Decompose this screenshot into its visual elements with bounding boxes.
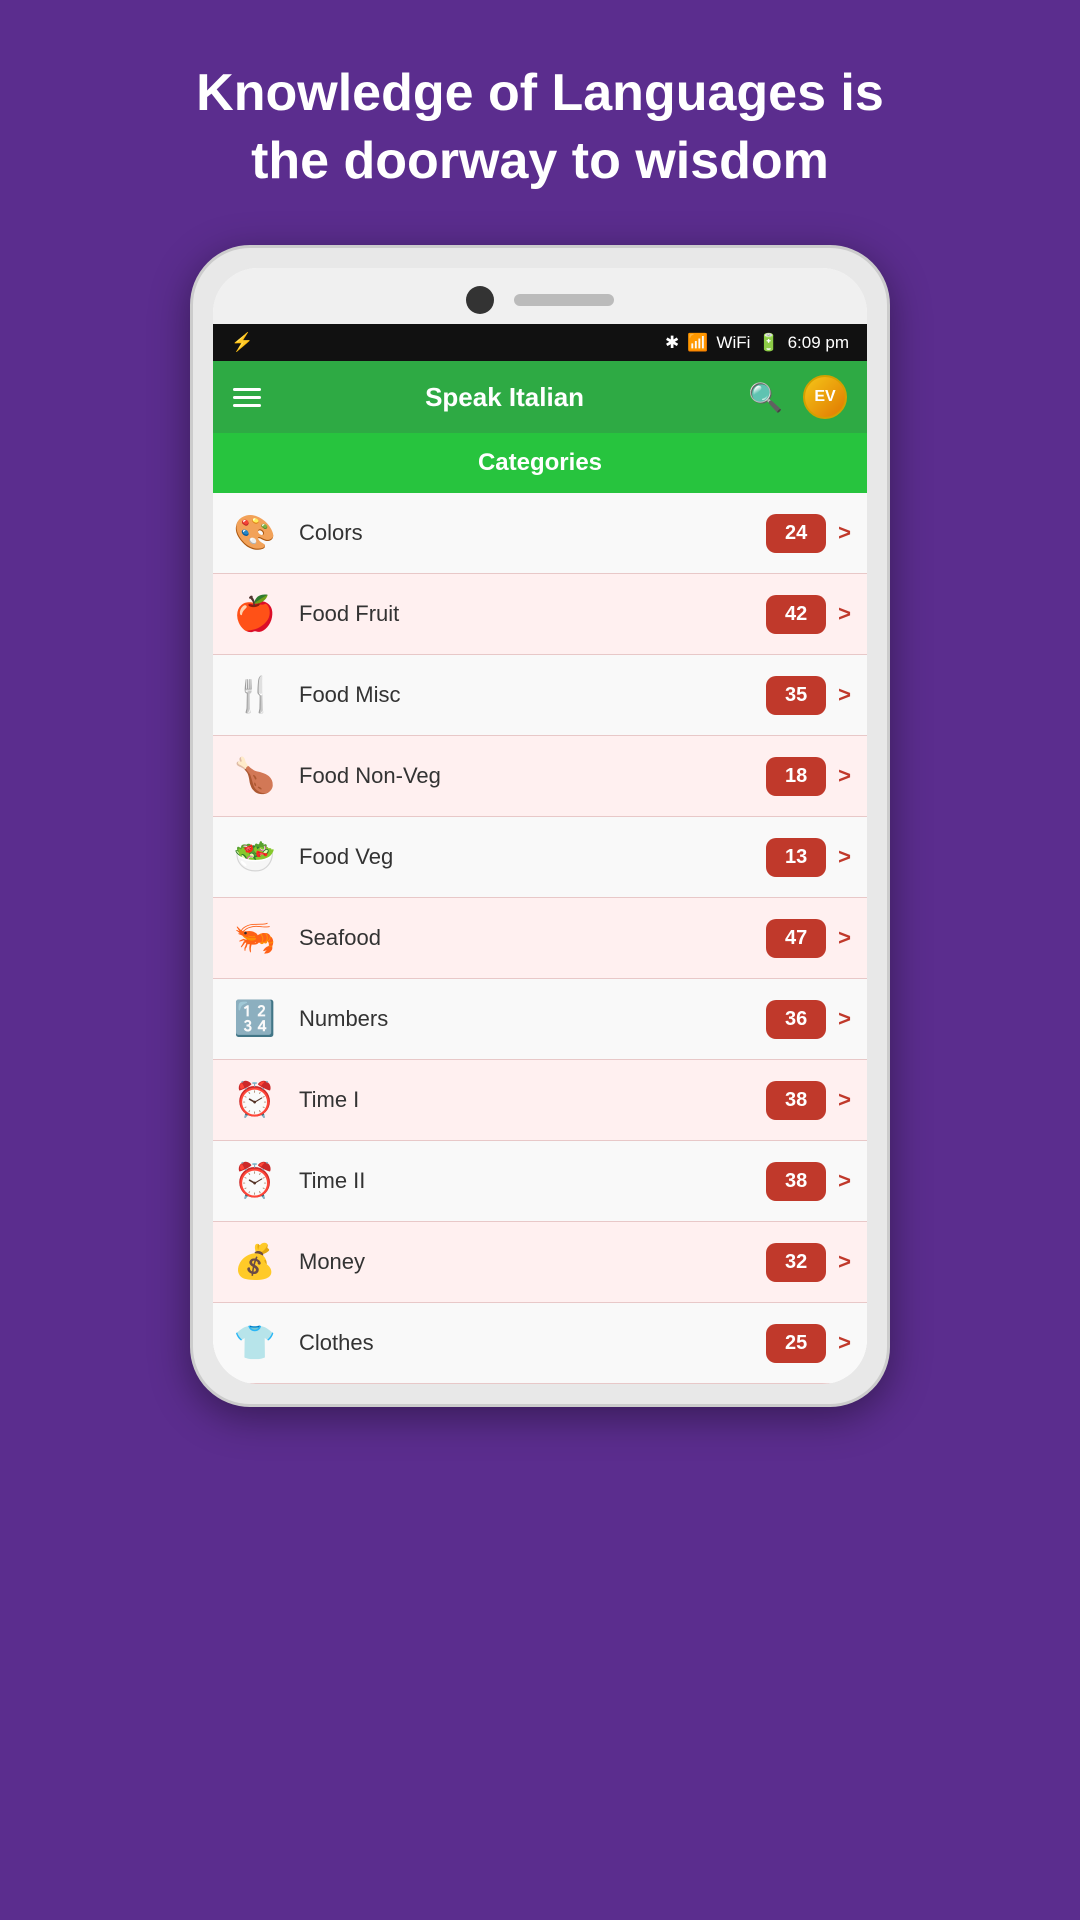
list-item[interactable]: ⏰ Time II 38 > [213,1141,867,1222]
list-item[interactable]: 🥗 Food Veg 13 > [213,817,867,898]
category-icon: ⏰ [229,1155,281,1207]
category-icon: ⏰ [229,1074,281,1126]
header-quote: Knowledge of Languages is the doorway to… [116,0,964,245]
category-name: Money [299,1249,766,1275]
chevron-right-icon: > [838,520,851,546]
category-name: Numbers [299,1006,766,1032]
quote-line2: the doorway to wisdom [251,132,829,190]
category-list: 🎨 Colors 24 > 🍎 Food Fruit 42 > 🍴 Food M… [213,493,867,1384]
app-toolbar: Speak Italian 🔍 EV [213,361,867,433]
status-right: ✱ 📶 WiFi 🔋 6:09 pm [665,333,849,353]
category-name: Seafood [299,925,766,951]
chevron-right-icon: > [838,1087,851,1113]
category-name: Food Fruit [299,601,766,627]
list-item[interactable]: 🍗 Food Non-Veg 18 > [213,736,867,817]
category-icon: 🎨 [229,507,281,559]
signal-icon: 📶 [687,333,708,353]
chevron-right-icon: > [838,1168,851,1194]
category-count: 42 [766,595,826,634]
list-item[interactable]: 🍴 Food Misc 35 > [213,655,867,736]
list-item[interactable]: ⏰ Time I 38 > [213,1060,867,1141]
battery-icon: 🔋 [758,333,779,353]
category-icon: 🥗 [229,831,281,883]
ev-label: EV [814,388,835,406]
bluetooth-icon: ✱ [665,333,679,353]
category-count: 13 [766,838,826,877]
category-count: 47 [766,919,826,958]
category-icon: 💰 [229,1236,281,1288]
chevron-right-icon: > [838,1249,851,1275]
category-count: 18 [766,757,826,796]
category-count: 36 [766,1000,826,1039]
category-name: Colors [299,520,766,546]
categories-bar: Categories [213,433,867,493]
category-count: 38 [766,1081,826,1120]
category-name: Clothes [299,1330,766,1356]
category-count: 38 [766,1162,826,1201]
chevron-right-icon: > [838,763,851,789]
chevron-right-icon: > [838,601,851,627]
category-count: 24 [766,514,826,553]
category-name: Time I [299,1087,766,1113]
speaker [514,294,614,306]
search-button[interactable]: 🔍 [748,381,783,414]
chevron-right-icon: > [838,682,851,708]
category-icon: 🍴 [229,669,281,721]
category-name: Time II [299,1168,766,1194]
ev-badge: EV [803,375,847,419]
wifi-icon: WiFi [716,333,750,353]
category-count: 32 [766,1243,826,1282]
category-count: 25 [766,1324,826,1363]
category-icon: 👕 [229,1317,281,1369]
app-title: Speak Italian [281,382,728,413]
usb-icon: ⚡ [231,332,253,353]
category-icon: 🍗 [229,750,281,802]
list-item[interactable]: 🍎 Food Fruit 42 > [213,574,867,655]
category-name: Food Non-Veg [299,763,766,789]
category-count: 35 [766,676,826,715]
chevron-right-icon: > [838,844,851,870]
chevron-right-icon: > [838,925,851,951]
category-icon: 🔢 [229,993,281,1045]
list-item[interactable]: 🔢 Numbers 36 > [213,979,867,1060]
chevron-right-icon: > [838,1006,851,1032]
chevron-right-icon: > [838,1330,851,1356]
clock: 6:09 pm [788,333,849,353]
list-item[interactable]: 💰 Money 32 > [213,1222,867,1303]
category-name: Food Misc [299,682,766,708]
phone-top-bar [213,268,867,324]
category-name: Food Veg [299,844,766,870]
status-left: ⚡ [231,332,253,353]
category-icon: 🍎 [229,588,281,640]
camera [466,286,494,314]
category-icon: 🦐 [229,912,281,964]
categories-label: Categories [478,449,602,476]
list-item[interactable]: 👕 Clothes 25 > [213,1303,867,1384]
phone-device: ⚡ ✱ 📶 WiFi 🔋 6:09 pm Speak Italian 🔍 EV … [190,245,890,1407]
list-item[interactable]: 🦐 Seafood 47 > [213,898,867,979]
status-bar: ⚡ ✱ 📶 WiFi 🔋 6:09 pm [213,324,867,361]
list-item[interactable]: 🎨 Colors 24 > [213,493,867,574]
menu-button[interactable] [233,388,261,407]
quote-line1: Knowledge of Languages is [196,64,884,122]
